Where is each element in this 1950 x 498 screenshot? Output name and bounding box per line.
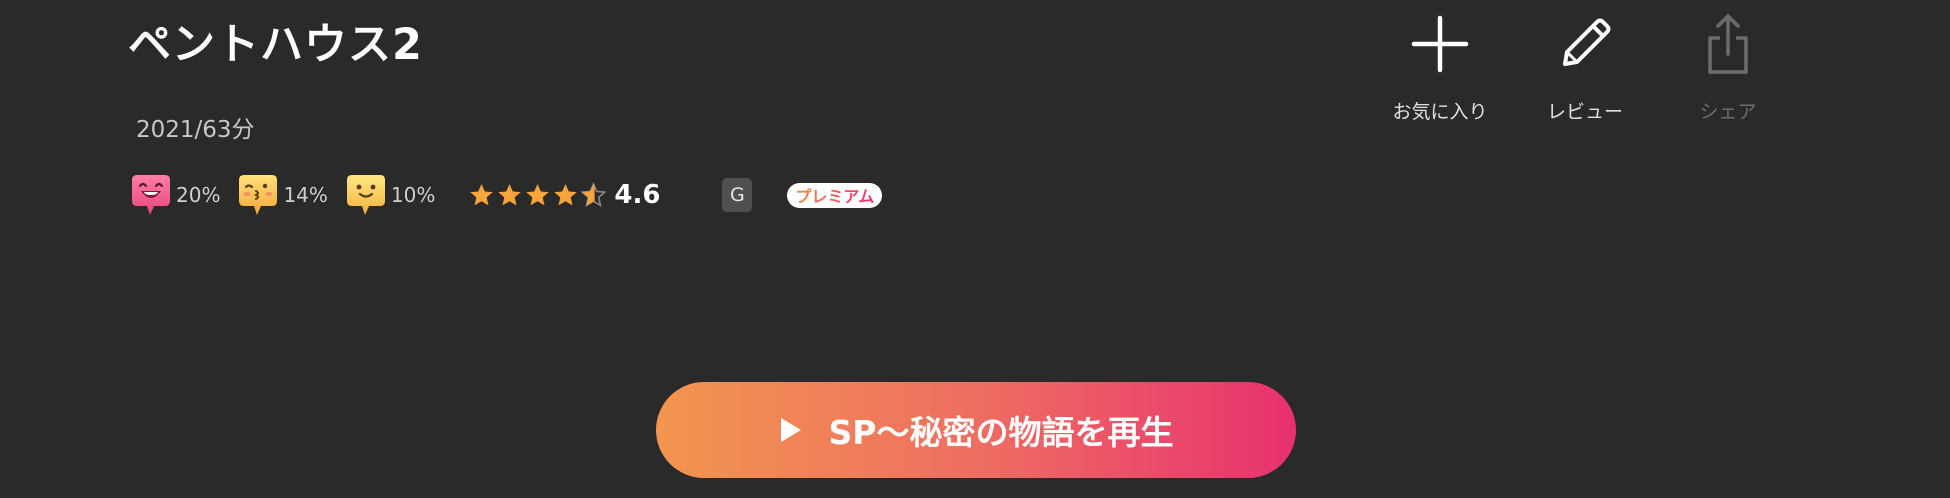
age-rating-badge: G — [722, 178, 753, 212]
plus-icon — [1411, 15, 1469, 73]
content-detail-header: ペントハウス2 2021/63分 20% 14% 10% 4.6 G プレミアム… — [0, 0, 1950, 498]
play-button[interactable]: SP〜秘密の物語を再生 — [656, 382, 1296, 478]
star-full-icon — [498, 183, 522, 205]
star-full-icon — [470, 183, 494, 205]
review-label: レビュー — [1546, 101, 1623, 123]
rating-value: 4.6 — [614, 180, 661, 210]
reaction-percent: 14% — [283, 183, 328, 207]
star-full-icon — [526, 183, 550, 205]
reaction-laughing: 20% — [130, 173, 220, 217]
reaction-percent: 10% — [390, 183, 436, 207]
premium-label: プレミアム — [795, 183, 874, 207]
star-rating: 4.6 — [468, 180, 660, 210]
play-button-label: SP〜秘密の物語を再生 — [828, 413, 1174, 452]
kissing-emoji-icon — [239, 175, 278, 215]
share-button[interactable]: シェア — [1663, 12, 1793, 124]
laughing-emoji-icon — [132, 175, 170, 215]
premium-badge: プレミアム — [787, 182, 883, 208]
star-full-icon — [554, 183, 578, 205]
favorite-label: お気に入り — [1392, 101, 1488, 123]
share-icon — [1708, 14, 1748, 74]
reaction-smiling: 10% — [345, 173, 435, 217]
reaction-kissing: 14% — [237, 173, 328, 217]
play-icon — [780, 418, 801, 442]
stats-row: 20% 14% 10% 4.6 G プレミアム — [130, 172, 883, 218]
review-button[interactable]: レビュー — [1520, 12, 1650, 124]
smiling-emoji-icon — [346, 175, 385, 215]
favorite-button[interactable]: お気に入り — [1375, 12, 1505, 124]
pencil-icon — [1563, 18, 1611, 66]
share-label: シェア — [1699, 101, 1757, 123]
reaction-percent: 20% — [176, 183, 221, 207]
star-half-icon — [580, 181, 608, 207]
content-title: ペントハウス2 — [128, 20, 423, 70]
release-year-duration: 2021/63分 — [136, 117, 255, 143]
